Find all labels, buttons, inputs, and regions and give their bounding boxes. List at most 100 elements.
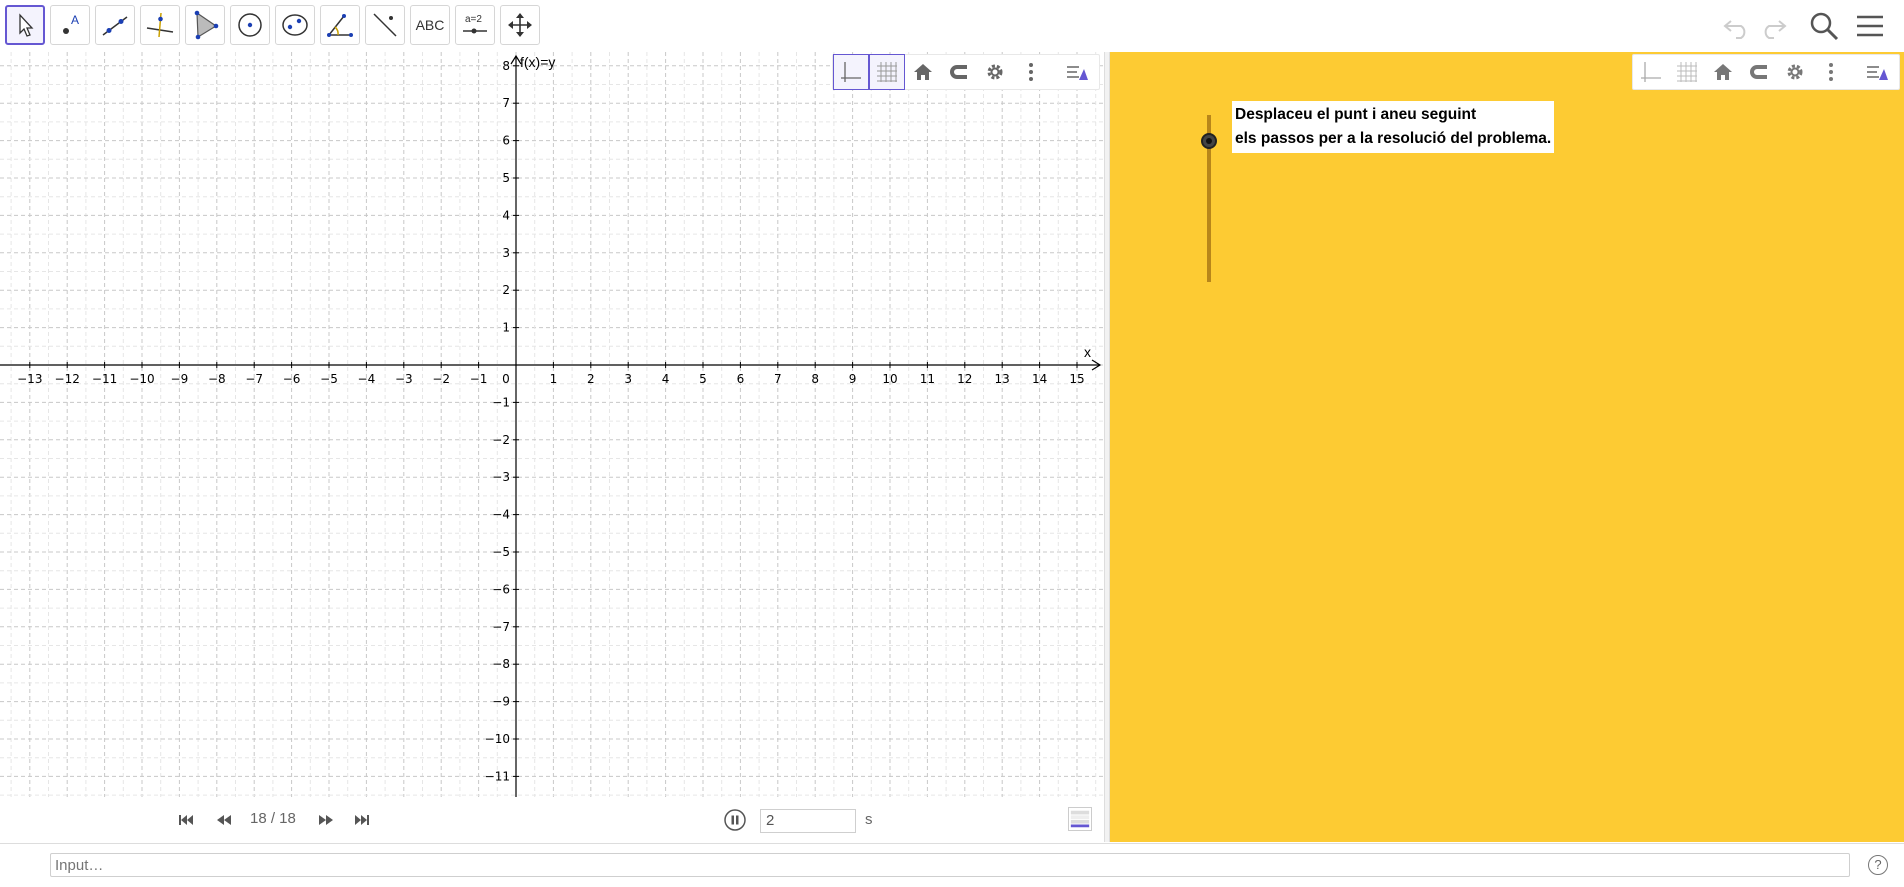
graphics-view-1[interactable]: −13 −12 −11 −10 −9 −8 −7 −6 −5 −4 −3 −2 −1 0 1 2 3 4 5 6 7 8 9… — [0, 52, 1105, 842]
menu-button[interactable] — [1854, 12, 1886, 40]
style-bar-icon — [1867, 66, 1888, 80]
x-tick-label: 1 — [550, 372, 558, 386]
perpendicular-tool-button[interactable] — [140, 5, 180, 45]
y-tick-label: −6 — [492, 582, 510, 596]
more-options-button-2[interactable] — [1813, 54, 1849, 90]
next-step-button[interactable] — [316, 811, 336, 829]
text-tool-button[interactable]: ABC — [410, 5, 450, 45]
slider-point[interactable] — [1201, 133, 1217, 149]
previous-step-button[interactable] — [214, 811, 234, 829]
grid-icon — [877, 62, 897, 82]
move-arrows-icon — [508, 13, 532, 37]
menu-icon — [1857, 15, 1883, 37]
line-icon — [102, 16, 128, 36]
angle-tool-button[interactable] — [320, 5, 360, 45]
x-tick-label: 13 — [995, 372, 1010, 386]
undo-icon — [1723, 20, 1746, 39]
line-tool-button[interactable] — [95, 5, 135, 45]
grid-icon — [1677, 62, 1697, 82]
function-label[interactable]: f(x)=y — [520, 54, 555, 70]
polygon-tool-button[interactable] — [185, 5, 225, 45]
toggle-style-bar-button[interactable] — [1059, 54, 1095, 90]
point-capturing-button[interactable] — [941, 54, 977, 90]
x-tick-label: −10 — [129, 372, 154, 386]
magnet-icon — [950, 65, 967, 79]
table-icon — [1070, 810, 1090, 828]
y-tick-label: 1 — [502, 321, 510, 335]
y-tick-label: −4 — [492, 508, 510, 522]
x-tick-label: −13 — [17, 372, 42, 386]
instruction-line-2: els passos per a la resolució del proble… — [1235, 130, 1552, 147]
x-tick-label: −5 — [320, 372, 338, 386]
point-capturing-button-2[interactable] — [1741, 54, 1777, 90]
y-tick-label: 8 — [502, 59, 510, 73]
search-button[interactable] — [1808, 10, 1840, 42]
y-tick-label: 4 — [502, 208, 510, 222]
standard-view-button[interactable] — [905, 54, 941, 90]
help-icon: ? — [1874, 857, 1882, 872]
y-tick-label: −1 — [492, 395, 510, 409]
axes-icon — [1641, 62, 1661, 82]
y-tick-label: −2 — [492, 433, 510, 447]
axes-icon — [841, 62, 861, 82]
instruction-line-1: Desplaceu el punt i aneu seguint — [1235, 106, 1477, 123]
x-tick-label: −6 — [283, 372, 301, 386]
point-icon: A — [63, 13, 79, 34]
fast-forward-icon — [319, 815, 333, 825]
x-tick-label: −12 — [55, 372, 80, 386]
slider-tool-button[interactable]: a=2 — [455, 5, 495, 45]
algebra-input[interactable] — [50, 853, 1850, 877]
move-graphics-tool-button[interactable] — [500, 5, 540, 45]
reflect-tool-button[interactable] — [365, 5, 405, 45]
show-grid-toggle-2[interactable] — [1669, 54, 1705, 90]
ellipse-tool-button[interactable] — [275, 5, 315, 45]
instruction-text[interactable]: Desplaceu el punt i aneu seguint els pas… — [1232, 101, 1555, 153]
x-tick-label: 5 — [699, 372, 707, 386]
y-tick-label: 2 — [502, 283, 510, 297]
text-tool-label: ABC — [415, 17, 445, 33]
x-tick-label: 11 — [920, 372, 935, 386]
y-tick-label: −9 — [492, 695, 510, 709]
toggle-style-bar-button-2[interactable] — [1859, 54, 1895, 90]
x-tick-label: −7 — [245, 372, 263, 386]
x-tick-label: 8 — [811, 372, 819, 386]
circle-tool-button[interactable] — [230, 5, 270, 45]
show-grid-toggle[interactable] — [869, 54, 905, 90]
point-tool-button[interactable]: A — [50, 5, 90, 45]
graphics-settings-button[interactable] — [977, 54, 1013, 90]
y-tick-label: 3 — [502, 246, 510, 260]
x-tick-label: 0 — [502, 372, 510, 386]
coordinate-grid[interactable]: −13 −12 −11 −10 −9 −8 −7 −6 −5 −4 −3 −2 −1 0 1 2 3 4 5 6 7 8 9… — [0, 52, 1104, 842]
last-step-button[interactable] — [352, 811, 372, 829]
gear-icon — [987, 64, 1003, 80]
show-axes-toggle[interactable] — [833, 54, 869, 90]
speed-input[interactable]: 2 — [760, 809, 856, 833]
undo-button[interactable] — [1722, 12, 1752, 40]
home-icon — [914, 64, 932, 80]
construction-protocol-button[interactable] — [1068, 807, 1092, 831]
graphics-view-2[interactable] — [1110, 52, 1904, 842]
polygon-icon — [194, 10, 219, 40]
move-tool-button[interactable] — [5, 5, 45, 45]
y-tick-label: 7 — [502, 96, 510, 110]
help-button[interactable]: ? — [1868, 855, 1888, 875]
redo-button[interactable] — [1758, 12, 1788, 40]
graphics-settings-button-2[interactable] — [1777, 54, 1813, 90]
search-icon — [1810, 12, 1839, 41]
pause-button[interactable] — [724, 809, 746, 831]
slider-icon: a=2 — [463, 14, 487, 34]
first-step-button[interactable] — [176, 811, 196, 829]
rewind-icon — [217, 815, 231, 825]
x-tick-label: 10 — [882, 372, 897, 386]
standard-view-button-2[interactable] — [1705, 54, 1741, 90]
home-icon — [1714, 64, 1732, 80]
style-bar-icon — [1067, 66, 1088, 80]
show-axes-toggle-2[interactable] — [1633, 54, 1669, 90]
x-tick-label: −3 — [395, 372, 413, 386]
more-options-button[interactable] — [1013, 54, 1049, 90]
y-tick-label: −3 — [492, 470, 510, 484]
ellipse-icon — [282, 14, 308, 36]
x-tick-label: −8 — [208, 372, 226, 386]
svg-text:a=2: a=2 — [465, 14, 482, 25]
gear-icon — [1787, 64, 1803, 80]
